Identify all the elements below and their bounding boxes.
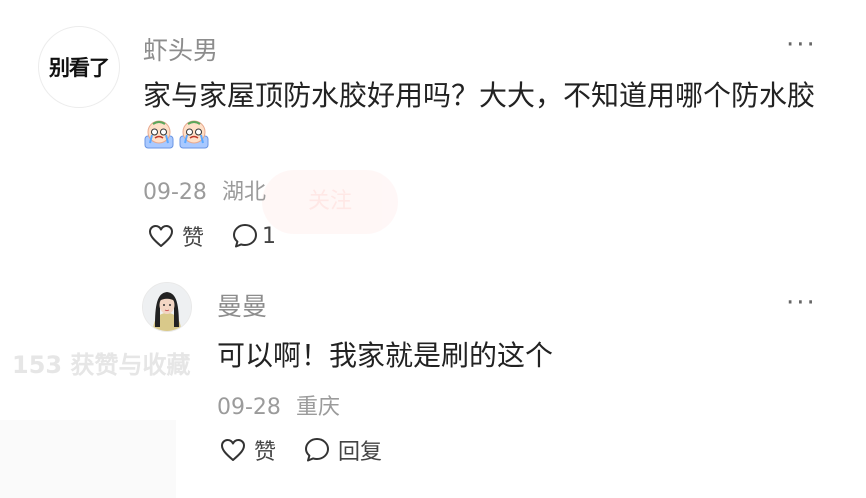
- reply-actions: 赞 回复: [220, 434, 382, 466]
- reply-location: 重庆: [295, 395, 340, 420]
- follow-button-faded: 关注: [262, 170, 398, 234]
- reply-text: 可以啊！我家就是刷的这个: [217, 339, 554, 372]
- reply-meta: 09-28 重庆: [217, 389, 340, 421]
- reply-like-label: 赞: [254, 440, 277, 465]
- crying-face-sticker-icon: [144, 120, 174, 149]
- comment-location: 湖北: [221, 180, 266, 205]
- comment-date: 09-28: [143, 180, 207, 205]
- comment-bubble-icon: [305, 438, 330, 462]
- heart-icon: [221, 439, 245, 461]
- like-button[interactable]: 赞: [148, 220, 204, 252]
- reply-button[interactable]: 回复: [304, 434, 382, 466]
- avatar-text: 别看了: [49, 56, 110, 80]
- reply-label: 回复: [338, 440, 383, 465]
- comment-actions: 赞 1: [148, 220, 276, 252]
- comments-screen: 关注 153 获赞与收藏 别看了 虾头男 ··· 家与家屋顶防水胶好用吗？大大，…: [0, 0, 866, 498]
- crying-face-sticker-icon: [179, 120, 209, 149]
- comment-meta: 09-28 湖北: [143, 174, 266, 206]
- reply-like-button[interactable]: 赞: [220, 434, 276, 466]
- woman-avatar-icon: [143, 283, 191, 331]
- more-options-button[interactable]: ···: [786, 30, 817, 60]
- reply-count: 1: [262, 223, 277, 249]
- like-label: 赞: [182, 226, 205, 251]
- sticker-row: [143, 118, 210, 150]
- reply-more-options-button[interactable]: ···: [786, 288, 817, 318]
- reply-count-button[interactable]: 1: [232, 223, 276, 249]
- comment-username[interactable]: 虾头男: [143, 31, 218, 67]
- reply-date: 09-28: [217, 395, 281, 420]
- comment-text: 家与家屋顶防水胶好用吗？大大，不知道用哪个防水胶: [143, 79, 816, 112]
- avatar[interactable]: 别看了: [38, 26, 120, 108]
- reply-username[interactable]: 曼曼: [217, 287, 267, 323]
- stats-text-faded: 153 获赞与收藏: [12, 351, 191, 379]
- heart-icon: [149, 225, 173, 247]
- reply-avatar[interactable]: [142, 282, 192, 332]
- comment-bubble-icon: [233, 224, 258, 248]
- faded-panel: [0, 420, 176, 498]
